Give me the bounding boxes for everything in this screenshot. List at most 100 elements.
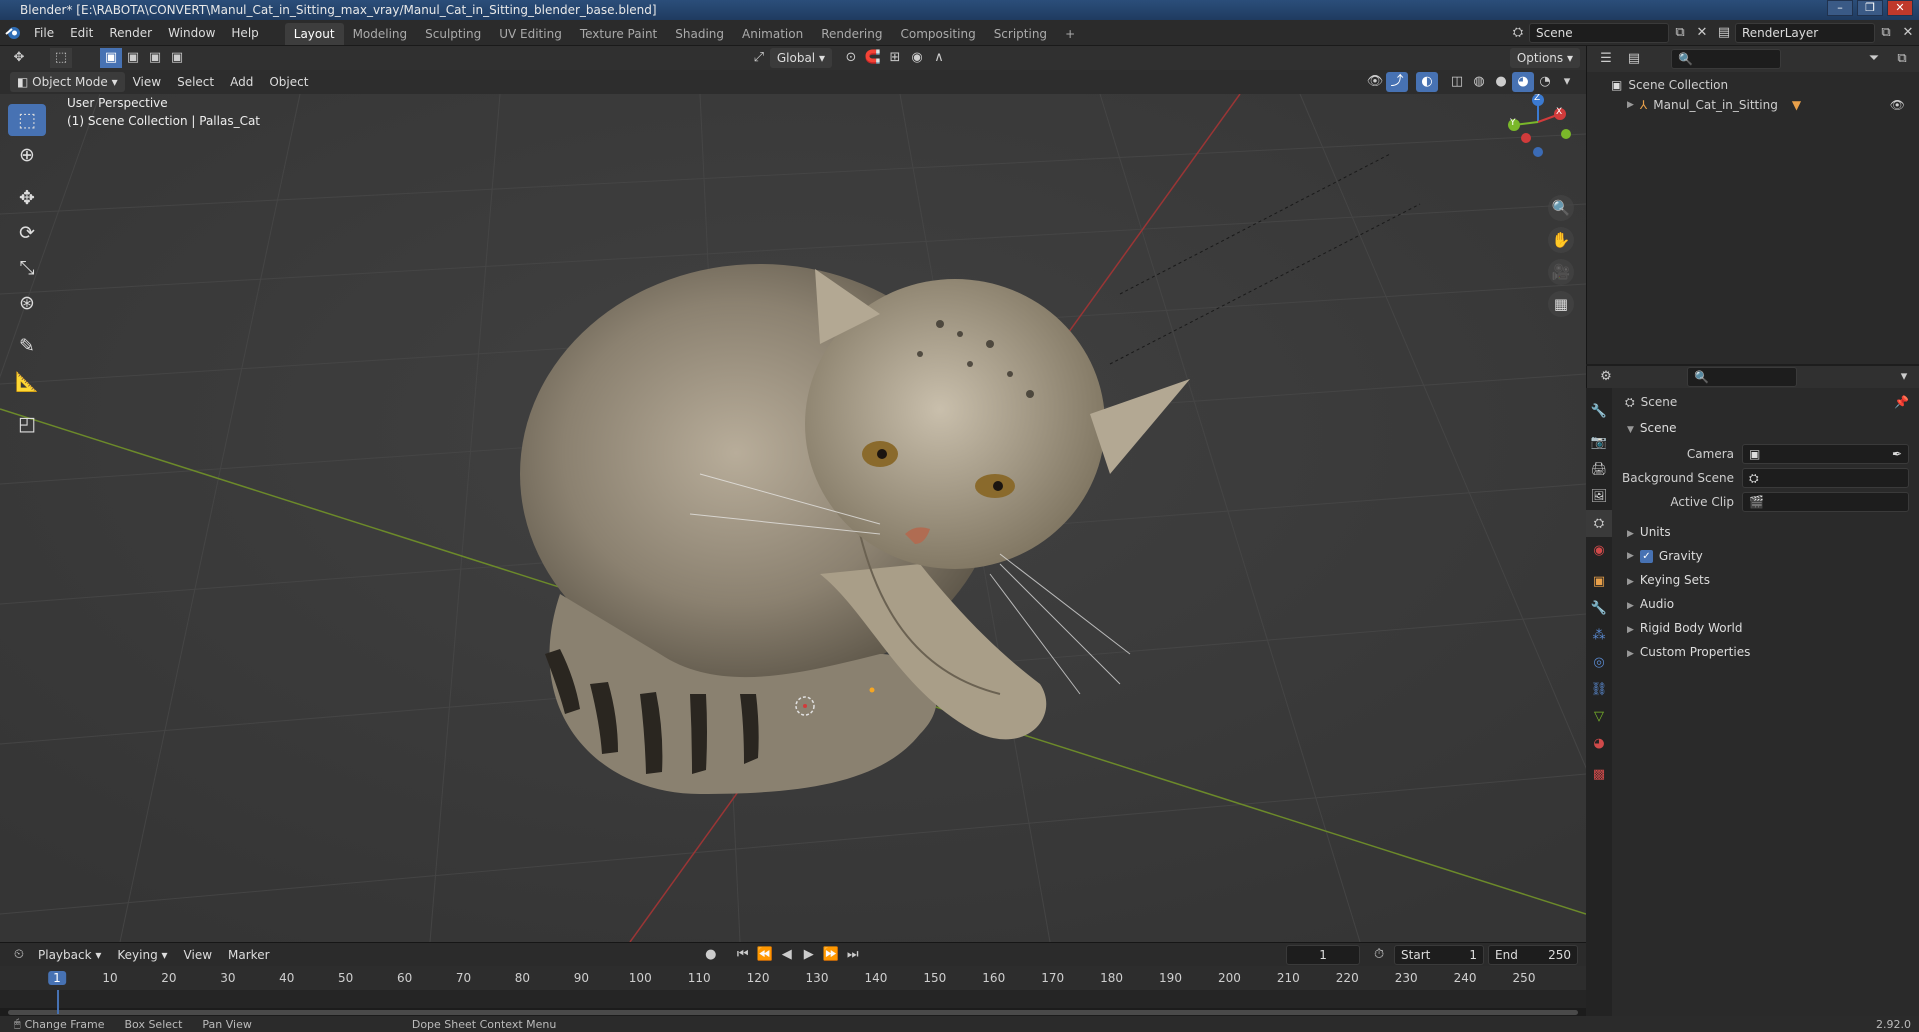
panel-keying-sets[interactable]: ▶ Keying Sets (1617, 568, 1919, 592)
material-tab-icon[interactable]: ◕ (1586, 730, 1612, 757)
timeline-menu-keying[interactable]: Keying ▾ (109, 942, 175, 968)
tab-sculpting[interactable]: Sculpting (416, 23, 490, 45)
jump-keyframe-back-icon[interactable]: ⏪ (754, 945, 776, 965)
display-mode-icon[interactable]: ▤ (1623, 49, 1645, 69)
render-layer-icon[interactable]: ▤ (1713, 23, 1735, 43)
new-collection-icon[interactable]: ⧉ (1891, 49, 1913, 69)
eye-icon[interactable]: 👁 (1890, 98, 1905, 112)
menu-window[interactable]: Window (160, 20, 223, 46)
gizmo-toggle-icon[interactable]: ⤴ (1386, 72, 1408, 92)
properties-search-input[interactable]: 🔍 (1687, 367, 1797, 387)
measure-tool-icon[interactable]: 📐 (8, 365, 46, 397)
scene-type-icon[interactable]: ⛭ (1507, 23, 1529, 43)
solid-shading-icon[interactable]: ● (1490, 72, 1512, 92)
select-new-icon[interactable]: ▣ (100, 48, 122, 68)
menu-file[interactable]: File (26, 20, 62, 46)
panel-units[interactable]: ▶ Units (1617, 520, 1919, 544)
pin-icon[interactable]: 📌 (1894, 395, 1909, 409)
data-tab-icon[interactable]: ▽ (1586, 703, 1612, 730)
modifier-tab-icon[interactable]: 🔧 (1586, 595, 1612, 622)
expand-arrow-icon[interactable]: ▶ (1627, 100, 1634, 110)
play-reverse-icon[interactable]: ◀ (776, 945, 798, 965)
xray-icon[interactable]: ◫ (1446, 72, 1468, 92)
scene-tab-icon[interactable]: ⛭ (1586, 510, 1612, 537)
perspective-toggle-icon[interactable]: ▦ (1548, 291, 1574, 317)
frame-ruler[interactable]: 1 10 20 30 40 50 60 70 80 90 100 110 120 130 140 150 160… (0, 966, 1586, 990)
overlay-toggle-icon[interactable]: ◐ (1416, 72, 1438, 92)
world-tab-icon[interactable]: ◉ (1586, 537, 1612, 564)
preview-range-icon[interactable]: ⏱ (1368, 945, 1390, 965)
pivot-icon[interactable]: ⊙ (840, 48, 862, 68)
panel-custom-properties[interactable]: ▶ Custom Properties (1617, 640, 1919, 664)
jump-end-icon[interactable]: ⏭ (842, 945, 864, 965)
scene-selector[interactable]: Scene (1529, 22, 1669, 43)
menu-edit[interactable]: Edit (62, 20, 101, 46)
tab-scripting[interactable]: Scripting (985, 23, 1056, 45)
new-layer-icon[interactable]: ⧉ (1875, 23, 1897, 43)
view-layer-tab-icon[interactable]: 🖼 (1586, 483, 1612, 510)
vp-menu-view[interactable]: View (125, 69, 169, 95)
visibility-icon[interactable]: 👁 (1364, 72, 1386, 92)
background-scene-field[interactable]: ⛭ (1742, 468, 1909, 488)
physics-tab-icon[interactable]: ◎ (1586, 649, 1612, 676)
menu-render[interactable]: Render (101, 20, 160, 46)
blender-logo-icon[interactable] (0, 20, 26, 46)
object-tab-icon[interactable]: ▣ (1586, 568, 1612, 595)
tab-modeling[interactable]: Modeling (344, 23, 417, 45)
select-extend-icon[interactable]: ▣ (122, 48, 144, 68)
select-subtract-icon[interactable]: ▣ (144, 48, 166, 68)
gravity-checkbox[interactable]: ✓ (1639, 549, 1653, 563)
minimize-icon[interactable]: – (1827, 0, 1853, 16)
texture-tab-icon[interactable]: ▩ (1586, 761, 1612, 788)
play-icon[interactable]: ▶ (798, 945, 820, 965)
orientation-dropdown[interactable]: Global ▾ (769, 48, 832, 68)
tab-texture-paint[interactable]: Texture Paint (571, 23, 666, 45)
tab-uv-editing[interactable]: UV Editing (490, 23, 571, 45)
wireframe-shading-icon[interactable]: ◍ (1468, 72, 1490, 92)
falloff-icon[interactable]: ∧ (928, 48, 950, 68)
mode-dropdown[interactable]: ◧ Object Mode ▾ (10, 72, 125, 92)
tab-layout[interactable]: Layout (284, 22, 344, 45)
select-box-tool-icon[interactable]: ⬚ (8, 104, 46, 136)
panel-rigid-body-world[interactable]: ▶ Rigid Body World (1617, 616, 1919, 640)
3d-viewport[interactable]: User Perspective (1) Scene Collection | … (0, 94, 1586, 942)
output-tab-icon[interactable]: 🖨 (1586, 456, 1612, 483)
camera-field[interactable]: ▣ ✒ (1742, 444, 1909, 464)
outliner-editor-icon[interactable]: ☰ (1595, 49, 1617, 69)
menu-help[interactable]: Help (223, 20, 266, 46)
filter-icon[interactable]: ⏷ (1863, 49, 1885, 69)
tab-rendering[interactable]: Rendering (812, 23, 891, 45)
zoom-icon[interactable]: 🔍 (1548, 195, 1574, 221)
snap-icon[interactable]: 🧲 (862, 48, 884, 68)
current-frame-field[interactable]: 1 (1286, 944, 1361, 965)
outliner-item-label[interactable]: Manul_Cat_in_Sitting (1653, 98, 1778, 112)
tool-tab-icon[interactable]: 🔧 (1586, 398, 1612, 425)
timeline-scrollbar[interactable] (8, 1010, 1578, 1015)
jump-keyframe-forward-icon[interactable]: ⏩ (820, 945, 842, 965)
vp-menu-select[interactable]: Select (169, 69, 222, 95)
scene-collection-label[interactable]: Scene Collection (1628, 78, 1728, 92)
proportional-edit-icon[interactable]: ◉ (906, 48, 928, 68)
outliner-item[interactable]: ▶ ⅄ Manul_Cat_in_Sitting ▼ 👁 (1587, 95, 1919, 115)
constraints-tab-icon[interactable]: ⛓ (1586, 676, 1612, 703)
rotate-tool-icon[interactable]: ⟳ (8, 217, 46, 249)
select-tool-icon[interactable]: ⬚ (50, 48, 72, 68)
annotate-tool-icon[interactable]: ✎ (8, 330, 46, 362)
rendered-shading-icon[interactable]: ◔ (1534, 72, 1556, 92)
vp-menu-object[interactable]: Object (261, 69, 316, 95)
jump-start-icon[interactable]: ⏮ (732, 945, 754, 965)
scale-tool-icon[interactable]: ⤡ (8, 252, 46, 284)
timeline-menu-marker[interactable]: Marker (220, 942, 277, 968)
render-layer-selector[interactable]: RenderLayer (1735, 22, 1875, 43)
vp-menu-add[interactable]: Add (222, 69, 261, 95)
panel-scene[interactable]: ▼ Scene (1617, 416, 1919, 440)
panel-audio[interactable]: ▶ Audio (1617, 592, 1919, 616)
properties-editor-icon[interactable]: ⚙ (1595, 367, 1617, 387)
material-shading-icon[interactable]: ◕ (1512, 72, 1534, 92)
particles-tab-icon[interactable]: ⁂ (1586, 622, 1612, 649)
select-intersect-icon[interactable]: ▣ (166, 48, 188, 68)
eyedropper-icon[interactable]: ✒ (1892, 445, 1902, 463)
options-dropdown[interactable]: Options ▾ (1509, 48, 1580, 68)
camera-view-icon[interactable]: 🎥 (1548, 259, 1574, 285)
timeline-menu-playback[interactable]: Playback ▾ (30, 942, 109, 968)
